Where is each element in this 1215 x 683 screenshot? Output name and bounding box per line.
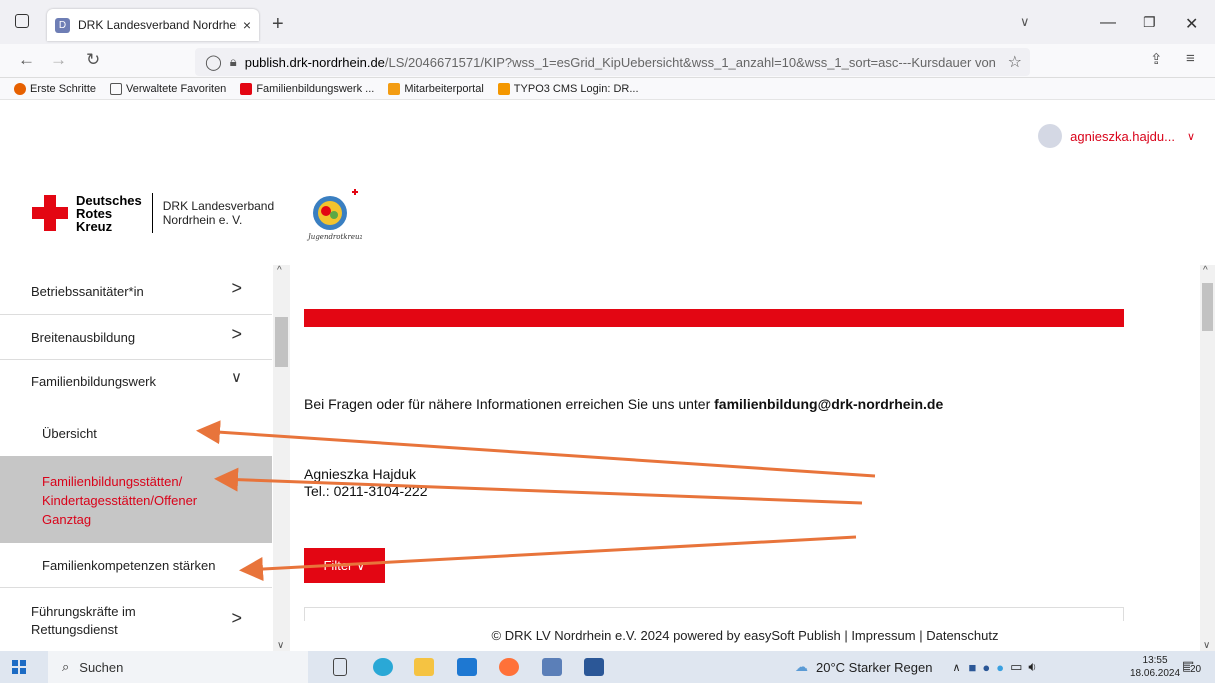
bookmark-mitarbeiterportal[interactable]: Mitarbeiterportal (388, 82, 484, 95)
network-icon[interactable]: ▭ (1010, 659, 1022, 675)
bookmark-erste-schritte[interactable]: Erste Schritte (14, 82, 96, 95)
bookmarks-bar: Erste Schritte Verwaltete Favoriten Fami… (0, 78, 1215, 100)
main-scroll-thumb[interactable] (1202, 283, 1213, 331)
contact-info-text: Bei Fragen oder für nähere Informationen… (304, 396, 944, 412)
sidebar-scrollbar[interactable]: ^ ∨ (273, 265, 290, 651)
app-icon[interactable] (542, 658, 562, 676)
sidebar-scroll-thumb[interactable] (275, 317, 288, 367)
portal-icon (388, 82, 401, 95)
sidebar-item-betriebssanitaeter[interactable]: Betriebssanitäter*in > (0, 266, 272, 315)
chevron-right-icon: > (231, 324, 242, 344)
chevron-down-icon: ∨ (1186, 130, 1195, 143)
site-favicon-icon: D (55, 17, 70, 33)
jugendrotkreuz-logo[interactable]: Jugendrotkreuz (304, 187, 362, 243)
firefox-icon (14, 82, 26, 95)
sidebar-subitem-uebersicht[interactable]: Übersicht (0, 406, 272, 456)
edge-icon[interactable] (373, 658, 393, 676)
minimize-icon[interactable]: — (1100, 14, 1116, 32)
url-bar[interactable]: ◯ 🔒︎ publish.drk-nordrhein.de/LS/2046671… (195, 48, 1030, 76)
red-cross-icon (32, 195, 68, 231)
lock-icon[interactable]: 🔒︎ (230, 54, 237, 70)
volume-icon[interactable]: 🔉︎ (1028, 659, 1036, 675)
tray-sync-icon[interactable]: ● (982, 660, 990, 675)
taskbar-search[interactable]: ⌕ Suchen (48, 651, 308, 683)
sidebar-item-fuehrungskraefte[interactable]: Führungskräfte im Rettungsdienst > (0, 588, 272, 651)
task-view-icon[interactable] (333, 658, 347, 676)
firefox-icon[interactable] (499, 658, 519, 676)
close-window-icon[interactable]: ✕ (1185, 14, 1198, 34)
windows-taskbar: ⌕ Suchen ☁ 20°C Starker Regen ∧ ■ ● ● ▭ … (0, 651, 1215, 683)
org-name: DRK Landesverband Nordrhein e. V. (162, 199, 275, 227)
red-header-bar (304, 309, 1124, 327)
word-icon[interactable] (584, 658, 604, 676)
bookmark-familienbildungswerk[interactable]: Familienbildungswerk ... (240, 82, 374, 95)
sidebar-subitem-familienbildungsstaetten[interactable]: Familienbildungsstätten/ Kindertagesstät… (0, 456, 272, 543)
file-explorer-icon[interactable] (414, 658, 434, 676)
close-tab-icon[interactable]: × (243, 17, 251, 33)
sidebar-subitem-familienkompetenzen[interactable]: Familienkompetenzen stärken (0, 543, 272, 588)
folder-icon (110, 82, 123, 95)
page-content: agnieszka.hajdu... ∨ Deutsches Rotes Kre… (0, 101, 1215, 651)
list-all-tabs-icon[interactable]: ∨ (1020, 14, 1030, 30)
outlook-icon[interactable] (457, 658, 477, 676)
user-menu[interactable]: agnieszka.hajdu... ∨ (1038, 124, 1195, 148)
clock[interactable]: 13:55 18.06.2024 (1130, 654, 1180, 680)
drk-logo[interactable]: Deutsches Rotes Kreuz DRK Landesverband … (32, 193, 274, 233)
new-tab-button[interactable]: + (272, 13, 284, 36)
user-name: agnieszka.hajdu... (1070, 128, 1175, 144)
bookmark-verwaltete-favoriten[interactable]: Verwaltete Favoriten (110, 82, 226, 95)
contact-email[interactable]: familienbildung@drk-nordrhein.de (714, 396, 943, 412)
sidebar-nav: Betriebssanitäter*in > Breitenausbildung… (0, 266, 272, 651)
avatar (1038, 124, 1063, 148)
filter-button[interactable]: Filter ∨ (304, 548, 385, 583)
bookmark-star-icon[interactable]: ☆ (1008, 52, 1022, 72)
reload-icon[interactable]: ↻ (86, 50, 100, 70)
typo3-icon (497, 82, 510, 95)
tray-cloud-icon[interactable]: ● (996, 660, 1004, 675)
search-icon: ⌕ (62, 659, 70, 674)
tab-bar: D DRK Landesverband Nordrhein × + ∨ — ❐ … (0, 0, 1215, 44)
browser-tab[interactable]: D DRK Landesverband Nordrhein × (47, 9, 259, 41)
tab-list-icon[interactable] (15, 14, 29, 28)
red-cross-icon (240, 82, 253, 95)
main-scrollbar[interactable]: ^ ∨ (1200, 265, 1215, 651)
chevron-right-icon: > (231, 278, 242, 298)
weather-icon[interactable]: ☁ (795, 659, 808, 675)
chevron-right-icon: > (231, 608, 242, 628)
forward-icon[interactable]: → (50, 50, 67, 70)
menu-icon[interactable]: ≡ (1186, 50, 1195, 67)
footer: © DRK LV Nordrhein e.V. 2024 powered by … (290, 621, 1200, 651)
navigation-bar: ← → ↻ ◯ 🔒︎ publish.drk-nordrhein.de/LS/2… (0, 44, 1215, 78)
system-tray: ☁ 20°C Starker Regen ∧ ■ ● ● ▭ 🔉︎ (795, 651, 1037, 683)
windows-start-icon[interactable] (12, 660, 26, 674)
bookmark-typo3[interactable]: TYPO3 CMS Login: DR... (497, 82, 639, 95)
contact-person: Agnieszka Hajduk Tel.: 0211-3104-222 (304, 466, 428, 499)
tray-app-icon[interactable]: ■ (969, 660, 977, 675)
tray-overflow-icon[interactable]: ∧ (952, 661, 960, 674)
back-icon[interactable]: ← (18, 50, 35, 70)
sidebar-item-familienbildungswerk[interactable]: Familienbildungswerk ∨ (0, 360, 272, 406)
chevron-down-icon: ∨ (231, 369, 242, 386)
sidebar-item-breitenausbildung[interactable]: Breitenausbildung > (0, 315, 272, 360)
shield-icon[interactable]: ◯ (205, 53, 222, 71)
jrk-text: Jugendrotkreuz (306, 233, 362, 241)
notification-center-icon[interactable]: ▤ 20 (1180, 658, 1202, 676)
share-icon[interactable]: ⇪ (1150, 50, 1163, 68)
restore-icon[interactable]: ❐ (1143, 14, 1156, 31)
tab-title: DRK Landesverband Nordrhein (78, 18, 237, 32)
url-text[interactable]: publish.drk-nordrhein.de/LS/2046671571/K… (245, 55, 1008, 70)
weather-text[interactable]: 20°C Starker Regen (816, 660, 932, 675)
logo-text: Deutsches Rotes Kreuz (76, 192, 142, 234)
